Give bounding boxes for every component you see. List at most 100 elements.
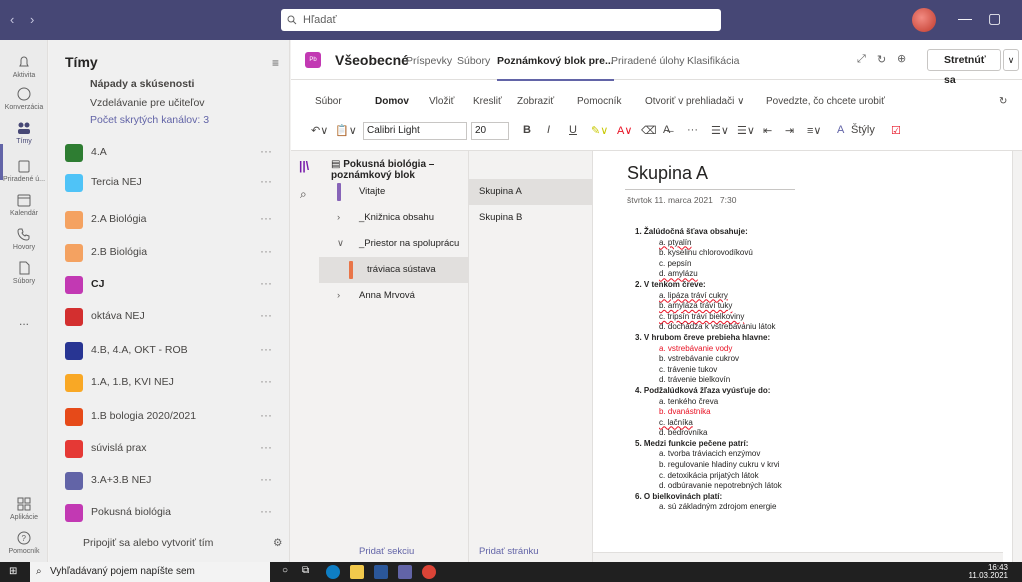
rail-chat[interactable]: Konverzácia bbox=[0, 86, 48, 111]
rail-teams[interactable]: Tímy bbox=[0, 120, 48, 145]
minimize-button[interactable]: — bbox=[958, 10, 972, 26]
ribbon-tab-insert[interactable]: Vložiť bbox=[429, 96, 454, 107]
tab-grades[interactable]: Klasifikácia bbox=[687, 55, 740, 67]
settings-icon[interactable]: ⚙ bbox=[273, 537, 282, 549]
notebook-title[interactable]: ▤ Pokusná biológia – poznámkový blok bbox=[331, 159, 468, 181]
undo-icon[interactable]: ↶∨ bbox=[311, 124, 328, 137]
ribbon-tab-file[interactable]: Súbor bbox=[315, 96, 342, 107]
search-input[interactable]: Hľadať bbox=[281, 9, 721, 31]
tell-me-search[interactable]: Povedzte, čo chcete urobiť bbox=[766, 96, 885, 107]
taskbar-search[interactable]: ⌕ Vyhľadávaný pojem napíšte sem bbox=[30, 562, 270, 582]
expand-icon[interactable]: ⤢ bbox=[857, 53, 866, 66]
outdent-icon[interactable]: ⇤ bbox=[763, 124, 772, 137]
more-options-icon[interactable]: ··· bbox=[260, 211, 272, 225]
underline-button[interactable]: U bbox=[569, 124, 577, 136]
ribbon-tab-home[interactable]: Domov bbox=[375, 96, 409, 107]
tab-assignments[interactable]: Priradené úlohy bbox=[611, 55, 685, 67]
rail-calendar[interactable]: Kalendár bbox=[0, 192, 48, 217]
file-explorer-icon[interactable] bbox=[350, 565, 364, 579]
more-icon[interactable]: ··· bbox=[687, 124, 698, 136]
team-item[interactable]: 1.B bologia 2020/2021 ··· bbox=[49, 402, 290, 432]
teams-taskbar-icon[interactable] bbox=[398, 565, 412, 579]
edge-icon[interactable] bbox=[326, 565, 340, 579]
clipboard-icon[interactable]: 📋∨ bbox=[335, 124, 357, 137]
section-anna[interactable]: › Anna Mrvová bbox=[319, 283, 469, 309]
channel-vzdelavanie[interactable]: Vzdelávanie pre učiteľov bbox=[90, 97, 205, 109]
word-icon[interactable] bbox=[374, 565, 388, 579]
team-item[interactable]: 4.B, 4.A, OKT - ROB ··· bbox=[49, 336, 290, 366]
italic-button[interactable]: I bbox=[547, 124, 550, 136]
meet-dropdown[interactable]: ∨ bbox=[1003, 49, 1019, 71]
hidden-channels-link[interactable]: Počet skrytých kanálov: 3 bbox=[90, 114, 209, 126]
tag-icon[interactable]: ☑ bbox=[891, 124, 901, 137]
font-color-icon[interactable]: A∨ bbox=[617, 124, 632, 137]
more-options-icon[interactable]: ··· bbox=[260, 144, 272, 158]
vertical-scrollbar[interactable] bbox=[1012, 151, 1022, 563]
page-canvas[interactable]: Skupina A štvrtok 11. marca 2021 7:30 1.… bbox=[593, 151, 1022, 563]
filter-icon[interactable]: ≡ bbox=[272, 56, 279, 70]
add-section-link[interactable]: Pridať sekciu bbox=[359, 546, 414, 557]
channel-napady[interactable]: Nápady a skúsenosti bbox=[90, 78, 194, 90]
cortana-icon[interactable]: ○ bbox=[282, 565, 288, 576]
globe-icon[interactable]: ⊕ bbox=[897, 52, 906, 65]
team-item[interactable]: Pokusná biológia ··· bbox=[49, 498, 290, 528]
more-options-icon[interactable]: ··· bbox=[260, 440, 272, 454]
add-page-link[interactable]: Pridať stránku bbox=[479, 546, 539, 557]
windows-start-icon[interactable]: ⊞ bbox=[9, 566, 17, 577]
join-create-team[interactable]: Pripojiť sa alebo vytvoriť tím ⚙ bbox=[65, 537, 282, 549]
tab-posts[interactable]: Príspevky bbox=[406, 55, 452, 67]
more-options-icon[interactable]: ··· bbox=[260, 472, 272, 486]
page-title[interactable]: Skupina A bbox=[627, 163, 708, 184]
section-vitajte[interactable]: Vitajte bbox=[319, 179, 469, 205]
indent-icon[interactable]: ⇥ bbox=[785, 124, 794, 137]
team-item[interactable]: CJ ··· bbox=[49, 270, 290, 300]
team-item[interactable]: 2.A Biológia ··· bbox=[49, 205, 290, 235]
team-item[interactable]: súvislá prax ··· bbox=[49, 434, 290, 464]
page-skupina-a[interactable]: Skupina A bbox=[469, 179, 593, 205]
bold-button[interactable]: B bbox=[523, 124, 531, 136]
clear-format-icon[interactable]: A̶ bbox=[663, 124, 670, 136]
styles-label[interactable]: Štýly bbox=[851, 124, 875, 136]
ribbon-tab-view[interactable]: Zobraziť bbox=[517, 96, 554, 107]
bullets-icon[interactable]: ☰∨ bbox=[711, 124, 729, 137]
team-item[interactable]: 1.A, 1.B, KVI NEJ ··· bbox=[49, 368, 290, 398]
tab-notebook[interactable]: Poznámkový blok pre... bbox=[497, 55, 614, 81]
more-options-icon[interactable]: ··· bbox=[260, 504, 272, 518]
rail-apps[interactable]: Aplikácie bbox=[0, 496, 48, 521]
user-avatar[interactable] bbox=[912, 8, 936, 32]
rail-activity[interactable]: Aktivita bbox=[0, 54, 48, 79]
chrome-icon[interactable] bbox=[422, 565, 436, 579]
sync-icon[interactable]: ↻ bbox=[999, 96, 1007, 107]
rail-files[interactable]: Súbory bbox=[0, 260, 48, 285]
team-item[interactable]: 3.A+3.B NEJ ··· bbox=[49, 466, 290, 496]
search-icon[interactable]: ⌕ bbox=[300, 187, 307, 202]
highlight-icon[interactable]: ✎∨ bbox=[591, 124, 608, 137]
rail-assignments[interactable]: Priradené ú... bbox=[0, 158, 48, 183]
rail-more[interactable]: ... bbox=[0, 314, 48, 328]
ribbon-tab-draw[interactable]: Kresliť bbox=[473, 96, 502, 107]
team-item[interactable]: oktáva NEJ ··· bbox=[49, 302, 290, 332]
notebooks-icon[interactable]: ||\ bbox=[299, 159, 309, 173]
more-options-icon[interactable]: ··· bbox=[260, 408, 272, 422]
section-traviaca[interactable]: tráviaca sústava bbox=[319, 257, 469, 283]
more-options-icon[interactable]: ··· bbox=[260, 374, 272, 388]
team-item[interactable]: Tercia NEJ ··· bbox=[49, 168, 290, 198]
more-options-icon[interactable]: ··· bbox=[260, 276, 272, 290]
eraser-icon[interactable]: ⌫ bbox=[641, 124, 657, 137]
rail-calls[interactable]: Hovory bbox=[0, 226, 48, 251]
more-options-icon[interactable]: ··· bbox=[260, 342, 272, 356]
horizontal-scrollbar[interactable] bbox=[593, 552, 1003, 562]
font-name-select[interactable]: Calibri Light bbox=[363, 122, 467, 140]
font-size-select[interactable]: 20 bbox=[471, 122, 509, 140]
maximize-button[interactable]: ▢ bbox=[988, 10, 1001, 27]
team-item[interactable]: 2.B Biológia ··· bbox=[49, 238, 290, 268]
question-list[interactable]: 1. Žalúdočná šťava obsahuje: a. ptyalín b.… bbox=[635, 227, 782, 513]
ribbon-tab-help[interactable]: Pomocník bbox=[577, 96, 621, 107]
open-in-browser[interactable]: Otvoriť v prehliadači ∨ bbox=[645, 96, 744, 107]
tab-files[interactable]: Súbory bbox=[457, 55, 490, 67]
section-priestor[interactable]: ∨ _Priestor na spoluprácu bbox=[319, 231, 469, 257]
section-kniznica[interactable]: › _Knižnica obsahu bbox=[319, 205, 469, 231]
page-skupina-b[interactable]: Skupina B bbox=[469, 205, 593, 231]
numbering-icon[interactable]: ☰∨ bbox=[737, 124, 755, 137]
refresh-icon[interactable]: ↻ bbox=[877, 53, 886, 66]
